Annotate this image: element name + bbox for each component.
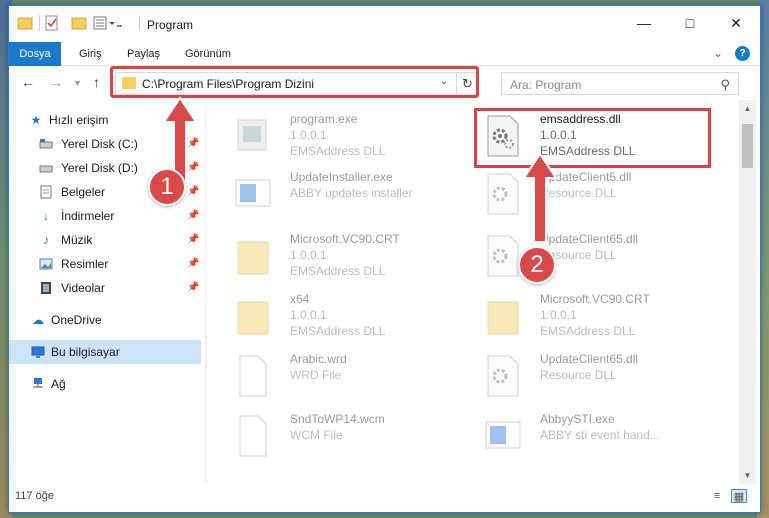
view-options-icon[interactable] bbox=[93, 15, 123, 31]
sidebar-item-network[interactable]: Ağ bbox=[9, 372, 201, 396]
file-item[interactable]: SndToWP14.wcm WCM File bbox=[224, 408, 464, 466]
tab-home[interactable]: Giriş bbox=[79, 42, 102, 66]
help-icon[interactable]: ? bbox=[735, 46, 750, 61]
computer-icon bbox=[31, 345, 45, 359]
expand-ribbon-icon[interactable]: ⌄ bbox=[713, 46, 723, 60]
file-item[interactable]: UpdateInstaller.exe ABBY updates install… bbox=[224, 166, 464, 224]
documents-icon bbox=[39, 185, 53, 199]
step-1-badge: 1 bbox=[148, 168, 186, 206]
window-title: Program bbox=[147, 18, 194, 32]
drive-icon bbox=[39, 137, 53, 151]
search-placeholder: Ara: Program bbox=[510, 78, 582, 92]
folder-icon bbox=[484, 294, 522, 338]
file-item[interactable]: x64 1.0.0.1 EMSAddress DLL bbox=[224, 288, 464, 346]
file-item[interactable]: Arabic.wrd WRD File bbox=[224, 348, 464, 406]
file-item[interactable]: program.exe 1.0.0.1 EMSAddress DLL bbox=[224, 108, 464, 166]
title-bar: Program — □ ✕ bbox=[9, 6, 760, 42]
sidebar-item-music[interactable]: ♪ Müzik 📌 bbox=[9, 228, 201, 252]
details-view-icon[interactable]: ≡ bbox=[709, 489, 725, 503]
dll-gear-icon bbox=[484, 354, 522, 398]
file-item[interactable]: Microsoft.VC90.CRT 1.0.0.1 EMSAddress DL… bbox=[224, 228, 464, 286]
recent-locations-icon[interactable]: ▼ bbox=[73, 78, 82, 88]
scroll-down-icon[interactable]: ▼ bbox=[739, 471, 756, 480]
file-icon bbox=[234, 414, 272, 458]
item-count: 117 öğe bbox=[15, 490, 54, 502]
file-item[interactable]: AbbyySTI.exe ABBY sti event hand... bbox=[474, 408, 714, 466]
new-folder-icon[interactable] bbox=[71, 15, 87, 31]
back-button[interactable]: ← bbox=[21, 74, 35, 90]
title-separator bbox=[139, 16, 140, 30]
step-2-badge: 2 bbox=[518, 246, 556, 284]
star-icon: ★ bbox=[30, 113, 42, 127]
up-button[interactable]: ↑ bbox=[93, 74, 100, 90]
vertical-scrollbar[interactable]: ▲ ▼ bbox=[739, 100, 756, 484]
folder-icon bbox=[234, 234, 272, 278]
pin-icon[interactable]: 📌 bbox=[187, 204, 199, 228]
file-icon bbox=[234, 354, 272, 398]
search-input[interactable]: Ara: Program ⚲ bbox=[501, 72, 739, 95]
minimize-button[interactable]: — bbox=[621, 6, 667, 40]
tiles-view-icon[interactable]: ▦ bbox=[731, 489, 747, 503]
maximize-button[interactable]: □ bbox=[667, 6, 713, 40]
file-item[interactable]: Microsoft.VC90.CRT 1.0.0.1 EMSAddress DL… bbox=[474, 288, 714, 346]
music-icon: ♪ bbox=[43, 233, 49, 247]
forward-button[interactable]: → bbox=[49, 74, 63, 90]
pin-icon[interactable]: 📌 bbox=[187, 276, 199, 300]
sidebar-item-videos[interactable]: Videolar 📌 bbox=[9, 276, 201, 300]
pin-icon[interactable]: 📌 bbox=[187, 228, 199, 252]
sidebar-item-pictures[interactable]: Resimler 📌 bbox=[9, 252, 201, 276]
file-item[interactable]: UpdateClient65.dll Resource DLL bbox=[474, 348, 714, 406]
properties-icon[interactable] bbox=[39, 15, 58, 31]
cloud-icon: ☁ bbox=[32, 313, 44, 327]
folder-icon bbox=[234, 294, 272, 338]
scroll-up-icon[interactable]: ▲ bbox=[739, 104, 756, 113]
video-icon bbox=[39, 281, 53, 295]
network-icon bbox=[31, 377, 45, 391]
address-highlight-box bbox=[110, 66, 479, 98]
sidebar-item-onedrive[interactable]: ☁ OneDrive bbox=[9, 308, 201, 332]
status-bar: 117 öğe ≡ ▦ bbox=[9, 484, 760, 512]
exe-icon bbox=[484, 414, 522, 458]
download-icon: ↓ bbox=[43, 209, 49, 223]
tab-share[interactable]: Paylaş bbox=[127, 42, 160, 66]
explorer-window: Program — □ ✕ Dosya Giriş Paylaş Görünüm… bbox=[8, 5, 761, 513]
ribbon-tabs: Dosya Giriş Paylaş Görünüm ⌄ ? bbox=[9, 42, 760, 66]
pin-icon[interactable]: 📌 bbox=[187, 252, 199, 276]
folder-icon bbox=[17, 15, 33, 31]
pictures-icon bbox=[39, 257, 53, 271]
tab-file[interactable]: Dosya bbox=[9, 42, 61, 66]
tab-view[interactable]: Görünüm bbox=[185, 42, 231, 66]
drive-icon bbox=[39, 161, 53, 175]
search-icon[interactable]: ⚲ bbox=[720, 77, 730, 93]
scrollbar-thumb[interactable] bbox=[742, 124, 753, 168]
exe-icon bbox=[234, 114, 272, 158]
sidebar-item-this-pc[interactable]: Bu bilgisayar bbox=[9, 340, 201, 364]
exe-icon bbox=[234, 172, 272, 216]
sidebar-item-downloads[interactable]: ↓ İndirmeler 📌 bbox=[9, 204, 201, 228]
arrow-up-icon bbox=[522, 152, 558, 243]
close-button[interactable]: ✕ bbox=[713, 6, 759, 40]
